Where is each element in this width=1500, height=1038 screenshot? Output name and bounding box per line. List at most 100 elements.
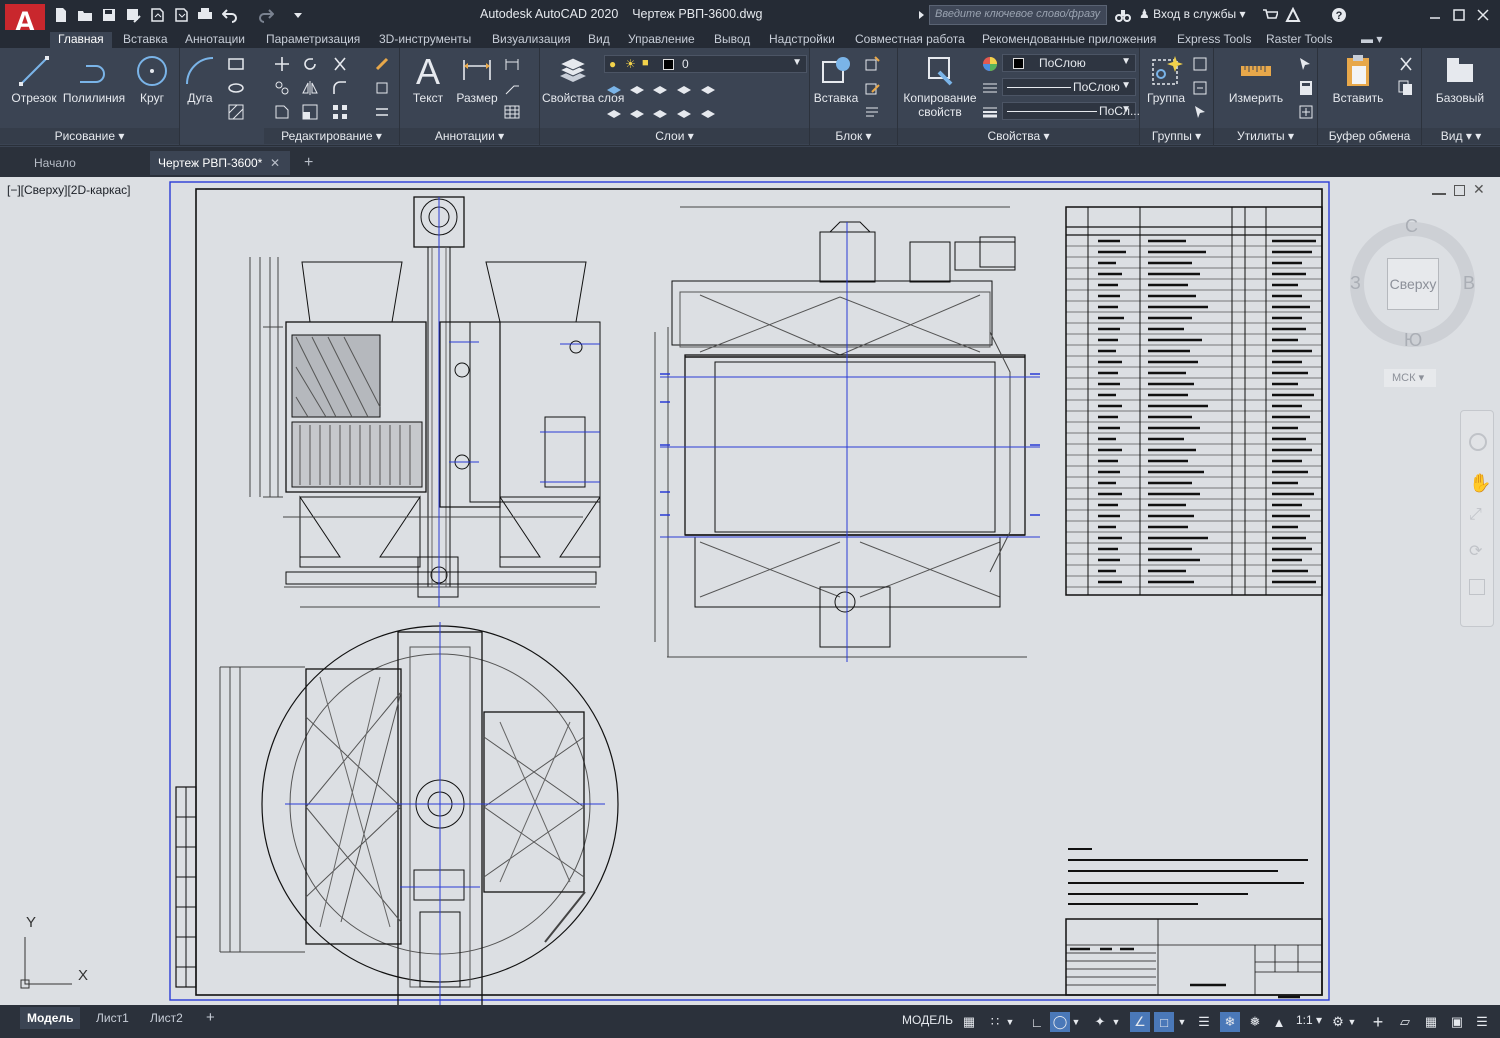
tab-start[interactable]: Начало <box>26 151 84 175</box>
tab-express-tools[interactable]: Express Tools <box>1177 32 1251 46</box>
layer-dropdown[interactable]: ● ☀ ■ 0 ▼ <box>604 55 807 73</box>
panel-utilities-title[interactable]: Утилиты ▾ <box>1214 128 1317 144</box>
scale-dropdown[interactable]: 1:1 ▾ <box>1296 1013 1322 1027</box>
isodraft-icon[interactable]: ✦ <box>1090 1012 1110 1032</box>
save-as-icon[interactable] <box>125 7 141 23</box>
panel-layers-title[interactable]: Слои ▾ <box>540 128 809 144</box>
base-view-button[interactable]: Базовый <box>1428 54 1492 105</box>
tab-parametric[interactable]: Параметризация <box>266 32 360 46</box>
viewcube-east[interactable]: В <box>1463 273 1475 294</box>
clean-screen-icon[interactable]: ▣ <box>1447 1012 1467 1032</box>
layer-tool-6-icon[interactable] <box>606 105 622 121</box>
match-properties-button[interactable]: Копирование свойств <box>900 54 980 119</box>
snap-menu-icon[interactable]: ▼ <box>1004 1012 1016 1032</box>
viewcube-west[interactable]: З <box>1350 273 1361 294</box>
quick-properties-icon[interactable]: ▦ <box>1421 1012 1441 1032</box>
group-edit-icon[interactable] <box>1192 80 1208 96</box>
plot-icon[interactable] <box>197 7 213 23</box>
ribbon-minimize-icon[interactable]: ▬ ▾ <box>1361 32 1382 46</box>
minimize-icon[interactable] <box>1427 7 1443 23</box>
linetype-icon[interactable] <box>982 80 998 96</box>
tab-layout2[interactable]: Лист2 <box>143 1007 190 1029</box>
tab-active-drawing[interactable]: Чертеж РВП-3600* ✕ <box>150 151 290 175</box>
ortho-icon[interactable]: ∟ <box>1027 1012 1047 1032</box>
panel-modify-title[interactable]: Редактирование ▾ <box>264 128 399 144</box>
units-icon[interactable]: ▱ <box>1395 1012 1415 1032</box>
line-button[interactable]: Отрезок <box>10 54 58 105</box>
tab-manage[interactable]: Управление <box>628 32 695 46</box>
polar-menu-icon[interactable]: ▼ <box>1070 1012 1082 1032</box>
tab-layout1[interactable]: Лист1 <box>89 1007 136 1029</box>
edit-block-icon[interactable] <box>864 80 880 96</box>
title-block[interactable] <box>1065 918 1323 999</box>
redo-icon[interactable] <box>258 7 274 23</box>
viewcube-face-top[interactable]: Сверху <box>1387 258 1439 310</box>
trim-icon[interactable] <box>332 56 348 72</box>
edit-attributes-icon[interactable] <box>864 104 880 120</box>
search-input[interactable]: Введите ключевое слово/фразу <box>929 5 1107 25</box>
annotation-scale-icon[interactable]: ▲ <box>1269 1012 1289 1032</box>
viewport-restore-icon[interactable] <box>1454 185 1465 196</box>
panel-view-title[interactable]: Вид ▾ ▾ <box>1422 128 1500 144</box>
panel-block-title[interactable]: Блок ▾ <box>810 128 897 144</box>
annotation-visibility-icon[interactable]: ❄ <box>1220 1012 1240 1032</box>
group-button[interactable]: Группа <box>1142 54 1190 105</box>
auto-scale-icon[interactable]: ❅ <box>1245 1012 1265 1032</box>
layer-tool-9-icon[interactable] <box>676 105 692 121</box>
viewport-minimize-icon[interactable] <box>1432 185 1446 195</box>
specification-table[interactable] <box>1065 206 1323 596</box>
showmotion-icon[interactable] <box>1469 579 1485 595</box>
polar-tracking-icon[interactable]: ◯ <box>1050 1012 1070 1032</box>
object-snap-menu-icon[interactable]: ▼ <box>1176 1012 1188 1032</box>
scale-icon[interactable] <box>302 104 318 120</box>
close-icon[interactable] <box>1475 7 1491 23</box>
front-view[interactable] <box>654 206 1027 658</box>
copy-icon[interactable] <box>274 80 290 96</box>
text-button[interactable]: A Текст <box>406 51 450 105</box>
plan-view[interactable] <box>219 625 619 1005</box>
group-select-icon[interactable] <box>1192 104 1208 120</box>
rotate-icon[interactable] <box>302 56 318 72</box>
add-layout-button[interactable]: + <box>199 1007 222 1029</box>
layer-properties-button[interactable]: Свойства слоя <box>542 54 624 105</box>
layer-tool-7-icon[interactable] <box>629 105 645 121</box>
new-icon[interactable] <box>53 7 69 23</box>
table-icon[interactable] <box>504 104 520 120</box>
layer-tool-10-icon[interactable] <box>700 105 716 121</box>
panel-groups-title[interactable]: Группы ▾ <box>1140 128 1213 144</box>
panel-properties-title[interactable]: Свойства ▾ <box>898 128 1139 144</box>
ungroup-icon[interactable] <box>1192 56 1208 72</box>
isodraft-menu-icon[interactable]: ▼ <box>1110 1012 1122 1032</box>
layer-tool-4-icon[interactable] <box>676 81 692 97</box>
cloud-save-icon[interactable] <box>173 7 189 23</box>
viewcube-south[interactable]: Ю <box>1404 330 1422 351</box>
color-dropdown[interactable]: ПоСлою ▼ <box>1002 54 1136 72</box>
quick-select-icon[interactable] <box>1298 56 1314 72</box>
tab-annotate[interactable]: Аннотации <box>185 32 245 46</box>
snap-icon[interactable]: ∷ <box>985 1012 1005 1032</box>
cut-icon[interactable] <box>1398 56 1414 72</box>
undo-icon[interactable] <box>222 7 238 23</box>
create-block-icon[interactable] <box>864 56 880 72</box>
layer-tool-5-icon[interactable] <box>700 81 716 97</box>
tab-output[interactable]: Вывод <box>714 32 750 46</box>
offset-icon[interactable] <box>374 104 390 120</box>
linetype-dropdown[interactable]: ПоСлою ▼ <box>1002 78 1136 96</box>
customize-quick-access-icon[interactable] <box>290 7 306 23</box>
id-point-icon[interactable] <box>1298 104 1314 120</box>
insert-button[interactable]: Вставка <box>812 54 860 105</box>
help-icon[interactable]: ? <box>1331 7 1347 23</box>
side-section-view[interactable] <box>249 196 601 608</box>
polyline-button[interactable]: Полилиния <box>62 54 126 105</box>
customization-menu-icon[interactable]: ☰ <box>1472 1012 1492 1032</box>
model-space-toggle[interactable]: МОДЕЛЬ <box>902 1013 953 1027</box>
tab-raster-tools[interactable]: Raster Tools <box>1266 32 1332 46</box>
copy-clip-icon[interactable] <box>1398 80 1414 96</box>
drawing-viewport[interactable]: [−][Сверху][2D-каркас] Y X ✕ Сверху С Ю … <box>0 177 1500 1005</box>
dimension-button[interactable]: Размер <box>452 52 502 105</box>
hatch-icon[interactable] <box>228 104 244 120</box>
lineweight-icon[interactable] <box>982 104 998 120</box>
tab-visualize[interactable]: Визуализация <box>492 32 571 46</box>
tab-3d-tools[interactable]: 3D-инструменты <box>379 32 471 46</box>
tab-home[interactable]: Главная <box>50 32 112 48</box>
